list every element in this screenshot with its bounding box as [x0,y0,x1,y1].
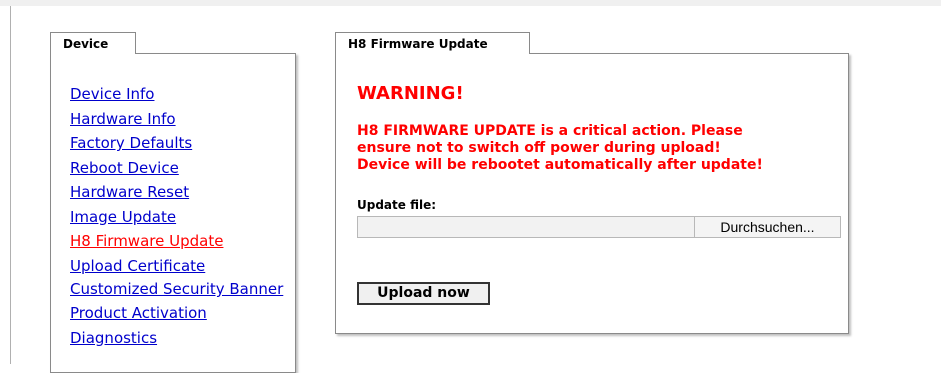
tab-device-label: Device [63,37,109,51]
nav-factory-defaults[interactable]: Factory Defaults [70,134,192,152]
warning-message: H8 FIRMWARE UPDATE is a critical action.… [357,123,837,174]
browse-button[interactable]: Durchsuchen... [694,217,840,237]
warning-title: WARNING! [357,83,464,104]
nav-reboot-device[interactable]: Reboot Device [70,159,179,177]
update-file-label: Update file: [357,198,437,212]
upload-now-button[interactable]: Upload now [357,282,490,305]
nav-device-info[interactable]: Device Info [70,85,154,103]
warning-line: ensure not to switch off power during up… [357,140,721,156]
nav-image-update[interactable]: Image Update [70,208,176,226]
top-border [0,0,941,6]
tab-device[interactable]: Device [50,32,136,54]
nav-customized-security-banner[interactable]: Customized Security Banner [70,280,283,298]
nav-hardware-reset[interactable]: Hardware Reset [70,183,189,201]
tab-h8-firmware-update[interactable]: H8 Firmware Update [335,32,530,54]
left-border [10,6,11,364]
warning-line: Device will be rebootet automatically af… [357,157,763,173]
nav-hardware-info[interactable]: Hardware Info [70,110,176,128]
device-nav: Device Info Hardware Info Factory Defaul… [70,85,290,353]
nav-h8-firmware-update[interactable]: H8 Firmware Update [70,232,223,250]
nav-upload-certificate[interactable]: Upload Certificate [70,257,205,275]
warning-line: H8 FIRMWARE UPDATE is a critical action.… [357,123,743,139]
nav-product-activation[interactable]: Product Activation [70,304,207,322]
tab-h8-firmware-update-label: H8 Firmware Update [348,37,488,51]
nav-diagnostics[interactable]: Diagnostics [70,329,157,347]
update-file-input[interactable]: Durchsuchen... [357,216,841,238]
